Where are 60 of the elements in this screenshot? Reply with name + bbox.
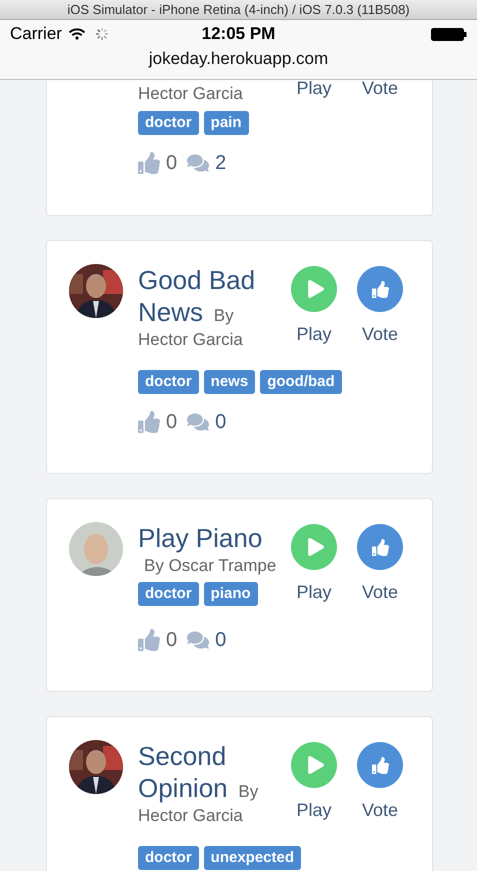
vote-count: 0 xyxy=(166,628,178,652)
tag[interactable]: piano xyxy=(204,582,258,606)
play-button[interactable] xyxy=(291,742,337,788)
play-label: Play xyxy=(296,799,332,822)
thumbs-up-icon xyxy=(138,629,160,651)
tag[interactable]: doctor xyxy=(138,582,199,606)
author-name: Oscar Trampe xyxy=(168,556,276,575)
by-label: By xyxy=(214,306,234,325)
play-label: Play xyxy=(296,581,332,604)
by-label: By xyxy=(144,556,164,575)
title-line[interactable]: Play Piano xyxy=(138,523,262,553)
author-name: Hector Garcia xyxy=(138,83,243,105)
play-icon xyxy=(306,756,324,774)
by-label: By xyxy=(238,782,258,801)
title-line[interactable]: Second xyxy=(138,741,226,771)
thumbs-up-icon xyxy=(372,538,388,556)
tag[interactable]: unexpected xyxy=(204,846,302,870)
title-line[interactable]: News xyxy=(138,297,204,327)
thumbs-up-icon xyxy=(372,280,388,298)
vote-label: Vote xyxy=(362,799,398,822)
comments-icon xyxy=(187,629,210,651)
vote-button[interactable] xyxy=(357,524,403,570)
tag[interactable]: doctor xyxy=(138,370,199,394)
wifi-icon xyxy=(68,26,85,42)
title-line[interactable]: Good Bad xyxy=(138,265,256,295)
vote-label: Vote xyxy=(362,581,398,604)
vote-count: 0 xyxy=(166,410,178,434)
tag[interactable]: good/bad xyxy=(260,370,342,394)
tag[interactable]: pain xyxy=(204,111,249,135)
carrier-label: Carrier xyxy=(10,24,62,44)
play-icon xyxy=(306,280,324,298)
clock: 12:05 PM xyxy=(202,24,276,44)
tag[interactable]: doctor xyxy=(138,846,199,870)
play-icon xyxy=(306,538,324,556)
play-button[interactable] xyxy=(291,524,337,570)
thumbs-up-icon xyxy=(372,756,388,774)
comments-icon xyxy=(187,152,210,174)
thumbs-up-icon xyxy=(138,152,160,174)
play-label: Play xyxy=(296,80,332,100)
tag[interactable]: news xyxy=(204,370,256,394)
vote-count: 0 xyxy=(166,152,178,174)
play-button[interactable] xyxy=(291,266,337,312)
battery-icon xyxy=(431,28,467,40)
comment-count: 0 xyxy=(215,410,226,434)
vote-button[interactable] xyxy=(357,266,403,312)
thumbs-up-icon xyxy=(138,411,160,433)
title-line[interactable]: Opinion xyxy=(138,773,228,803)
comment-count: 2 xyxy=(215,152,226,174)
comments-icon xyxy=(187,411,210,433)
comment-count: 0 xyxy=(215,628,226,652)
window-title: iOS Simulator - iPhone Retina (4-inch) / iOS 7.0.3 (11B508) xyxy=(0,0,477,20)
author-name: Hector Garcia xyxy=(138,806,243,825)
vote-button[interactable] xyxy=(357,742,403,788)
author-name: Hector Garcia xyxy=(138,330,243,349)
play-label: Play xyxy=(296,323,332,346)
vote-label: Vote xyxy=(362,323,398,346)
vote-label: Vote xyxy=(362,80,398,100)
loading-spinner-icon xyxy=(94,27,109,41)
tag[interactable]: doctor xyxy=(138,111,199,135)
address-url[interactable]: jokeday.herokuapp.com xyxy=(148,49,328,68)
